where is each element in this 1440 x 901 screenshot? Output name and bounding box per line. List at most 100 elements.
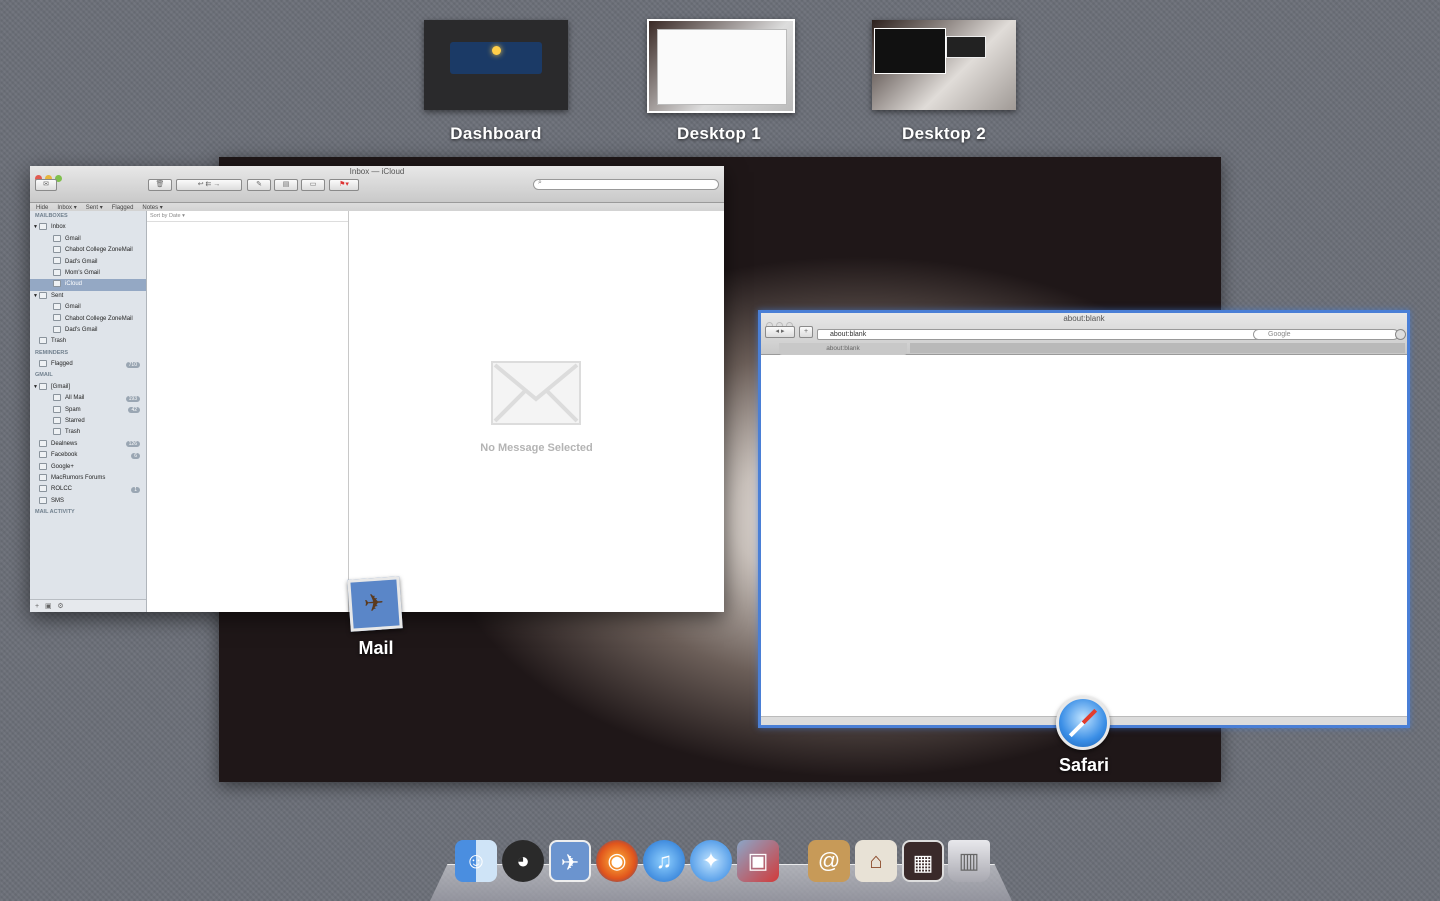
mailbox-icon [39, 451, 47, 459]
mailbox-icon [53, 314, 61, 322]
sidebar-item[interactable]: Dealnews 126 [30, 439, 146, 450]
search-icon: ⌕ [538, 179, 542, 186]
compose-button[interactable]: ✎ [247, 179, 271, 191]
back-forward-buttons[interactable]: ◂ ▸ [765, 326, 795, 338]
space-label-desktop-2: Desktop 2 [902, 124, 986, 143]
sidebar-item[interactable]: Gmail [30, 234, 146, 245]
sidebar-item[interactable]: MacRumors Forums [30, 473, 146, 484]
todo-icon: ▭ [309, 181, 317, 188]
safari-window[interactable]: about:blank ◂ ▸ + about:blank Google abo… [758, 310, 1410, 728]
sidebar-item-label: Gmail [65, 235, 81, 242]
mail-app-icon[interactable]: ✈ [347, 576, 403, 632]
sidebar-item[interactable]: iCloud [30, 279, 146, 291]
add-mailbox-icon[interactable]: + [35, 603, 39, 610]
mailbox-icon [53, 268, 61, 276]
sidebar-item-label: Sent [51, 292, 64, 299]
mailbox-icon [53, 246, 61, 254]
mailbox-icon [53, 303, 61, 311]
flag-icon: ⚑▾ [339, 181, 349, 188]
sidebar-item[interactable]: Chabot College ZoneMail [30, 314, 146, 325]
sidebar-item[interactable]: Trash [30, 336, 146, 347]
space-dashboard-thumbnail[interactable] [424, 20, 568, 110]
flag-button[interactable]: ⚑▾ [329, 179, 359, 191]
mailbox-icon [53, 280, 61, 288]
mail-icon[interactable]: ✈ [549, 840, 591, 882]
sidebar-item-label: MacRumors Forums [51, 474, 106, 481]
space-desktop-1-thumbnail[interactable] [647, 19, 795, 113]
mailbox-icon [39, 337, 47, 345]
trash-icon[interactable]: ▥ [948, 840, 990, 882]
adium-icon[interactable]: ◕ [502, 840, 544, 882]
gear-icon[interactable] [1395, 329, 1406, 340]
mail-search-input[interactable]: ⌕ [533, 179, 719, 190]
google-search-input[interactable]: Google [1253, 329, 1399, 340]
message-list[interactable]: Sort by Date ▾ [147, 211, 349, 612]
sidebar-item[interactable]: Mom's Gmail [30, 268, 146, 279]
space-label-dashboard: Dashboard [450, 124, 542, 143]
space-desktop-2-thumbnail[interactable] [872, 20, 1016, 110]
firefox-icon[interactable]: ◉ [596, 840, 638, 882]
tab-about-blank[interactable]: about:blank [779, 343, 907, 355]
photo-icon[interactable]: ▦ [902, 840, 944, 882]
parallels-icon[interactable]: ▣ [737, 840, 779, 882]
sidebar-item[interactable]: Facebook 6 [30, 450, 146, 461]
sidebar-item[interactable]: Dad's Gmail [30, 325, 146, 336]
safari-icon[interactable]: ✦ [690, 840, 732, 882]
space-label-desktop-1: Desktop 1 [677, 124, 761, 143]
finder-icon[interactable]: ☺ [455, 840, 497, 882]
itunes-icon[interactable]: ♫ [643, 840, 685, 882]
mailbox-icon [39, 382, 47, 390]
reply-forward-buttons[interactable]: ↩ ⇇ → [176, 179, 242, 191]
note-button[interactable]: ▤ [274, 179, 298, 191]
addressbook-icon[interactable]: @ [808, 840, 850, 882]
mailbox-sidebar: MAILBOXES ▼ Inbox Gmail Chabot College ZoneM… [30, 211, 147, 612]
sidebar-item-label: Gmail [65, 304, 81, 311]
sidebar-item[interactable]: ▼ Sent [30, 291, 146, 302]
get-mail-button[interactable]: ✉ [35, 179, 57, 191]
sidebar-item-label: Chabot College ZoneMail [65, 247, 133, 254]
unread-count-badge: 1 [131, 486, 140, 493]
mail-window[interactable]: Inbox — iCloud ✉ 🗑 ↩ ⇇ → ✎ ▤ ▭ ⚑▾ ⌕ Hide… [30, 166, 724, 612]
add-bookmark-button[interactable]: + [799, 326, 813, 338]
mailbox-icon [39, 496, 47, 504]
sidebar-item-label: Trash [65, 429, 81, 436]
sort-by-date[interactable]: Sort by Date ▾ [147, 211, 348, 222]
home-icon[interactable]: ⌂ [855, 840, 897, 882]
mailbox-icon [53, 416, 61, 424]
mail-toolbar: Inbox — iCloud ✉ 🗑 ↩ ⇇ → ✎ ▤ ▭ ⚑▾ ⌕ [30, 166, 724, 203]
sidebar-item[interactable]: Starred [30, 416, 146, 427]
sidebar-item-label: [Gmail] [51, 383, 71, 390]
sidebar-item[interactable]: Spam 42 [30, 405, 146, 416]
unread-count-badge: 193 [125, 395, 140, 402]
delete-button[interactable]: 🗑 [148, 179, 172, 191]
safari-toolbar: about:blank ◂ ▸ + about:blank Google abo… [761, 313, 1407, 355]
mailbox-icon [39, 439, 47, 447]
mailbox-icon [39, 223, 47, 231]
sidebar-item[interactable]: ROLCC 1 [30, 484, 146, 495]
sidebar-item[interactable]: Chabot College ZoneMail [30, 245, 146, 256]
mailbox-icon [53, 234, 61, 242]
address-bar[interactable]: about:blank [817, 329, 1261, 340]
reply-icon: ↩ ⇇ → [197, 181, 221, 188]
sidebar-item-label: SMS [51, 497, 65, 504]
gear-icon[interactable]: ⚙ [57, 603, 63, 610]
sidebar-item[interactable]: Flagged 710 [30, 359, 146, 370]
sidebar-item[interactable]: Gmail [30, 302, 146, 313]
todo-button[interactable]: ▭ [301, 179, 325, 191]
unread-count-badge: 42 [128, 407, 140, 414]
sidebar-item[interactable]: ▼ [Gmail] [30, 382, 146, 393]
sidebar-footer: + ▣ ⚙ [30, 599, 146, 612]
sidebar-item[interactable]: All Mail 193 [30, 393, 146, 404]
sidebar-item[interactable]: Dad's Gmail [30, 257, 146, 268]
sidebar-item[interactable]: SMS [30, 496, 146, 507]
sidebar-item-label: Dealnews [51, 440, 78, 447]
sidebar-item-label: Dad's Gmail [65, 326, 98, 333]
sidebar-item[interactable]: ▼ Inbox [30, 222, 146, 233]
sidebar-item[interactable]: Trash [30, 427, 146, 438]
tab-bar [910, 343, 1405, 353]
sidebar-item-label: Flagged [51, 361, 73, 368]
safari-window-title: about:blank [1063, 314, 1105, 323]
safari-app-icon[interactable] [1056, 696, 1110, 750]
show-activity-icon[interactable]: ▣ [45, 603, 52, 610]
sidebar-item[interactable]: Google+ [30, 462, 146, 473]
